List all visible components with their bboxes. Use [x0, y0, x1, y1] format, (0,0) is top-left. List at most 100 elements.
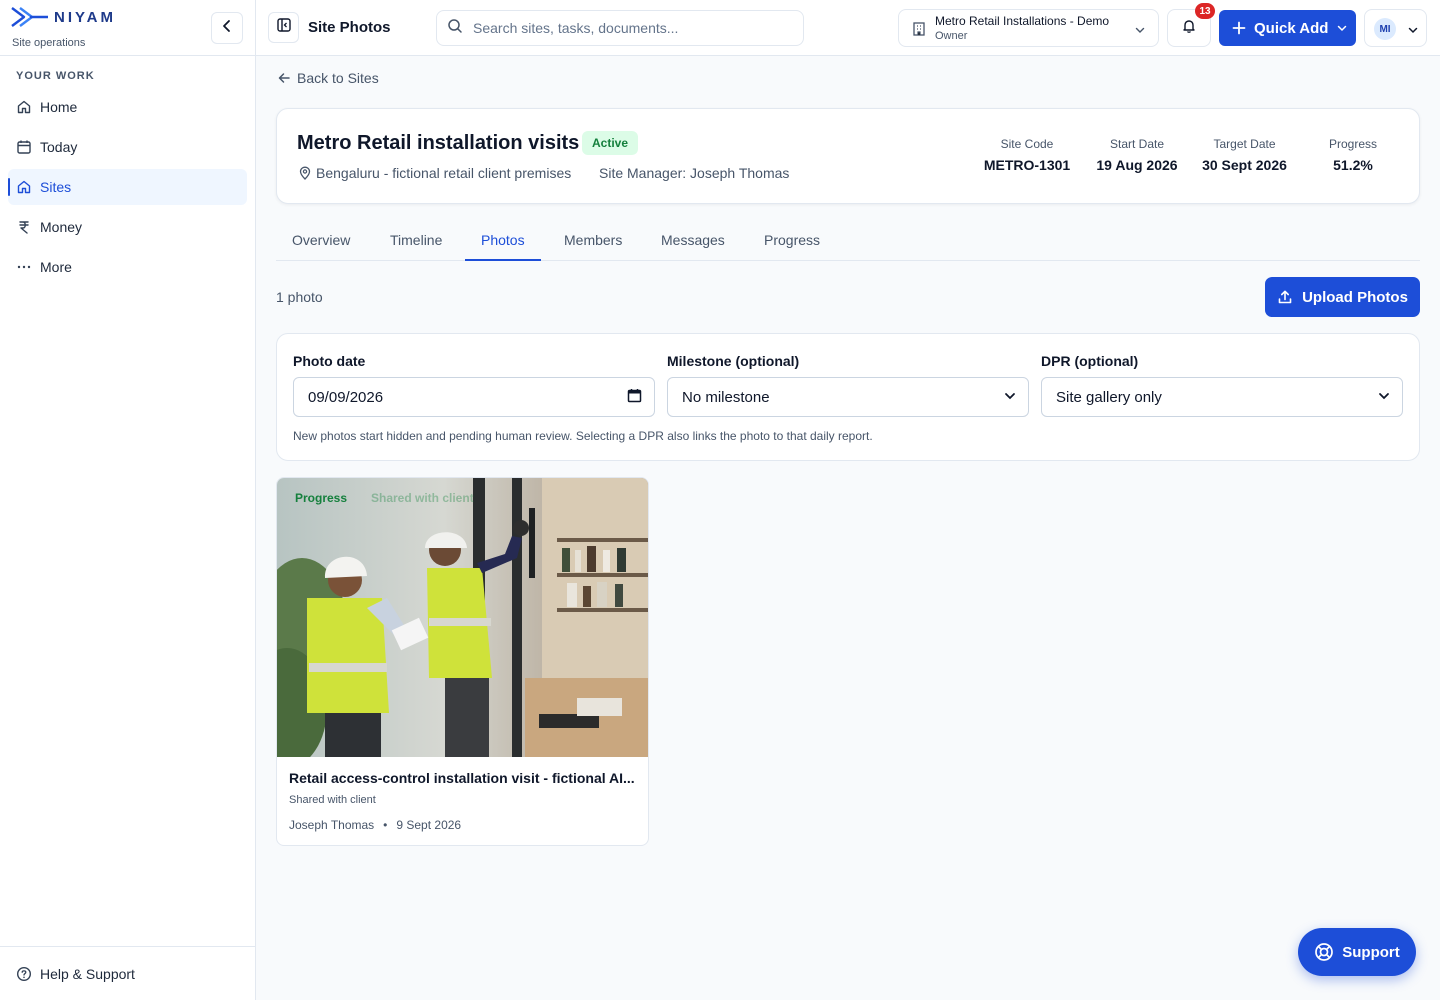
section-label-your-work: YOUR WORK [16, 70, 95, 82]
site-location-text: Bengaluru - fictional retail client prem… [316, 165, 572, 181]
upload-icon [1277, 289, 1293, 305]
organization-role: Owner [935, 30, 968, 42]
photo-date-value: 09/09/2026 [308, 388, 384, 406]
photo-meta: Joseph Thomas • 9 Sept 2026 [289, 818, 461, 832]
calendar-icon [627, 388, 642, 407]
photo-date: 9 Sept 2026 [396, 818, 462, 832]
stat-label: Target Date [1213, 137, 1276, 151]
form-hint: New photos start hidden and pending huma… [293, 429, 873, 443]
quick-add-label: Quick Add [1254, 19, 1329, 37]
sidebar-item-money[interactable]: Money [8, 209, 247, 245]
dpr-select[interactable]: Site gallery only [1041, 377, 1403, 417]
photo-tag-progress: Progress [295, 491, 348, 505]
photo-tag-shared: Shared with client [371, 491, 474, 505]
stat-label: Start Date [1109, 137, 1165, 151]
quick-add-button[interactable]: Quick Add [1219, 10, 1356, 46]
site-location: Bengaluru - fictional retail client prem… [298, 165, 571, 181]
sidebar-item-sites[interactable]: Sites [8, 169, 247, 205]
back-to-sites-link[interactable]: Back to Sites [277, 70, 379, 86]
notification-count-badge: 13 [1195, 3, 1215, 19]
chevron-down-icon [1336, 22, 1348, 34]
sidebar-item-label: Today [40, 139, 78, 155]
home-icon [16, 99, 32, 115]
photo-share-status: Shared with client [289, 794, 376, 806]
photo-date-input[interactable]: 09/09/2026 [293, 377, 655, 417]
help-support-link[interactable]: Help & Support [0, 946, 255, 1000]
status-badge: Active [582, 131, 639, 155]
tab-photos[interactable]: Photos [465, 222, 541, 261]
milestone-value: No milestone [682, 388, 770, 406]
user-menu-button[interactable]: MI [1364, 9, 1427, 47]
tab-members[interactable]: Members [548, 222, 638, 261]
upload-photos-label: Upload Photos [1302, 288, 1408, 306]
stat-value: 51.2% [1333, 157, 1373, 173]
support-button[interactable]: Support [1298, 928, 1416, 976]
upload-photos-button[interactable]: Upload Photos [1265, 277, 1420, 317]
tab-progress[interactable]: Progress [748, 222, 836, 261]
home-icon [16, 179, 32, 195]
map-pin-icon [298, 166, 312, 180]
sidebar: NIYAM Site operations YOUR WORK Home Tod… [0, 0, 256, 1000]
search-icon [447, 18, 463, 39]
site-title: Metro Retail installation visits [297, 132, 580, 154]
brand-name: NIYAM [54, 9, 116, 26]
stat-value: METRO-1301 [983, 157, 1071, 173]
search-input[interactable] [473, 20, 793, 36]
stat-value: 30 Sept 2026 [1202, 157, 1287, 173]
niyam-logo-icon [10, 4, 50, 35]
stat-progress: Progress 51.2% [1313, 137, 1393, 173]
toggle-panel-button[interactable] [268, 12, 299, 43]
sidebar-item-label: Sites [40, 179, 72, 195]
chevron-down-icon [1407, 23, 1419, 41]
dpr-value: Site gallery only [1056, 388, 1162, 406]
tab-overview[interactable]: Overview [276, 222, 366, 261]
chevron-down-icon [1134, 23, 1146, 41]
brand: NIYAM Site operations [0, 0, 255, 56]
site-tabs: Overview Timeline Photos Members Message… [276, 222, 1420, 261]
plus-icon [1232, 21, 1246, 35]
lifebuoy-icon [1314, 942, 1334, 962]
separator-dot: • [383, 818, 388, 832]
tab-timeline[interactable]: Timeline [374, 222, 458, 261]
help-circle-icon [16, 966, 32, 982]
tab-messages[interactable]: Messages [645, 222, 741, 261]
site-photo[interactable] [277, 478, 648, 768]
stat-target-date: Target Date 30 Sept 2026 [1189, 137, 1300, 173]
support-label: Support [1342, 943, 1400, 961]
sidebar-item-home[interactable]: Home [8, 89, 247, 125]
stat-value: 19 Aug 2026 [1096, 157, 1178, 173]
site-manager: Site Manager: Joseph Thomas [599, 165, 790, 181]
photo-card[interactable]: Progress Shared with client Retail acces… [276, 477, 649, 846]
search-bar[interactable] [436, 10, 804, 46]
help-support-label: Help & Support [40, 965, 135, 982]
site-summary-card: Metro Retail installation visits Active … [276, 108, 1420, 204]
sidebar-item-today[interactable]: Today [8, 129, 247, 165]
milestone-label: Milestone (optional) [667, 353, 800, 369]
topbar: Site Photos Metro Retail Installations -… [256, 0, 1440, 56]
organization-name: Metro Retail Installations - Demo [935, 14, 1110, 28]
stat-site-code: Site Code METRO-1301 [965, 137, 1089, 173]
arrow-left-icon [277, 71, 291, 85]
page-title: Site Photos [308, 19, 391, 36]
photo-count: 1 photo [276, 289, 323, 305]
back-link-label: Back to Sites [297, 70, 379, 86]
building-icon [911, 21, 927, 42]
sidebar-item-more[interactable]: More [8, 249, 247, 285]
avatar: MI [1374, 18, 1396, 40]
sidebar-nav: Home Today Sites Money More [8, 89, 247, 289]
sidebar-item-label: Home [40, 99, 78, 115]
chevron-down-icon [1378, 389, 1390, 406]
sidebar-item-label: More [40, 259, 72, 275]
bell-icon [1181, 18, 1197, 39]
sidebar-item-label: Money [40, 219, 83, 235]
more-icon [16, 259, 32, 275]
photo-title: Retail access-control installation visit… [289, 770, 635, 786]
photo-upload-form: Photo date 09/09/2026 Milestone (optiona… [276, 333, 1420, 461]
brand-subtitle: Site operations [12, 37, 86, 49]
milestone-select[interactable]: No milestone [667, 377, 1029, 417]
calendar-icon [16, 139, 32, 155]
stat-start-date: Start Date 19 Aug 2026 [1082, 137, 1192, 173]
collapse-sidebar-button[interactable] [211, 12, 243, 44]
stat-label: Site Code [1000, 137, 1054, 151]
organization-switcher[interactable]: Metro Retail Installations - Demo Owner [898, 9, 1159, 47]
